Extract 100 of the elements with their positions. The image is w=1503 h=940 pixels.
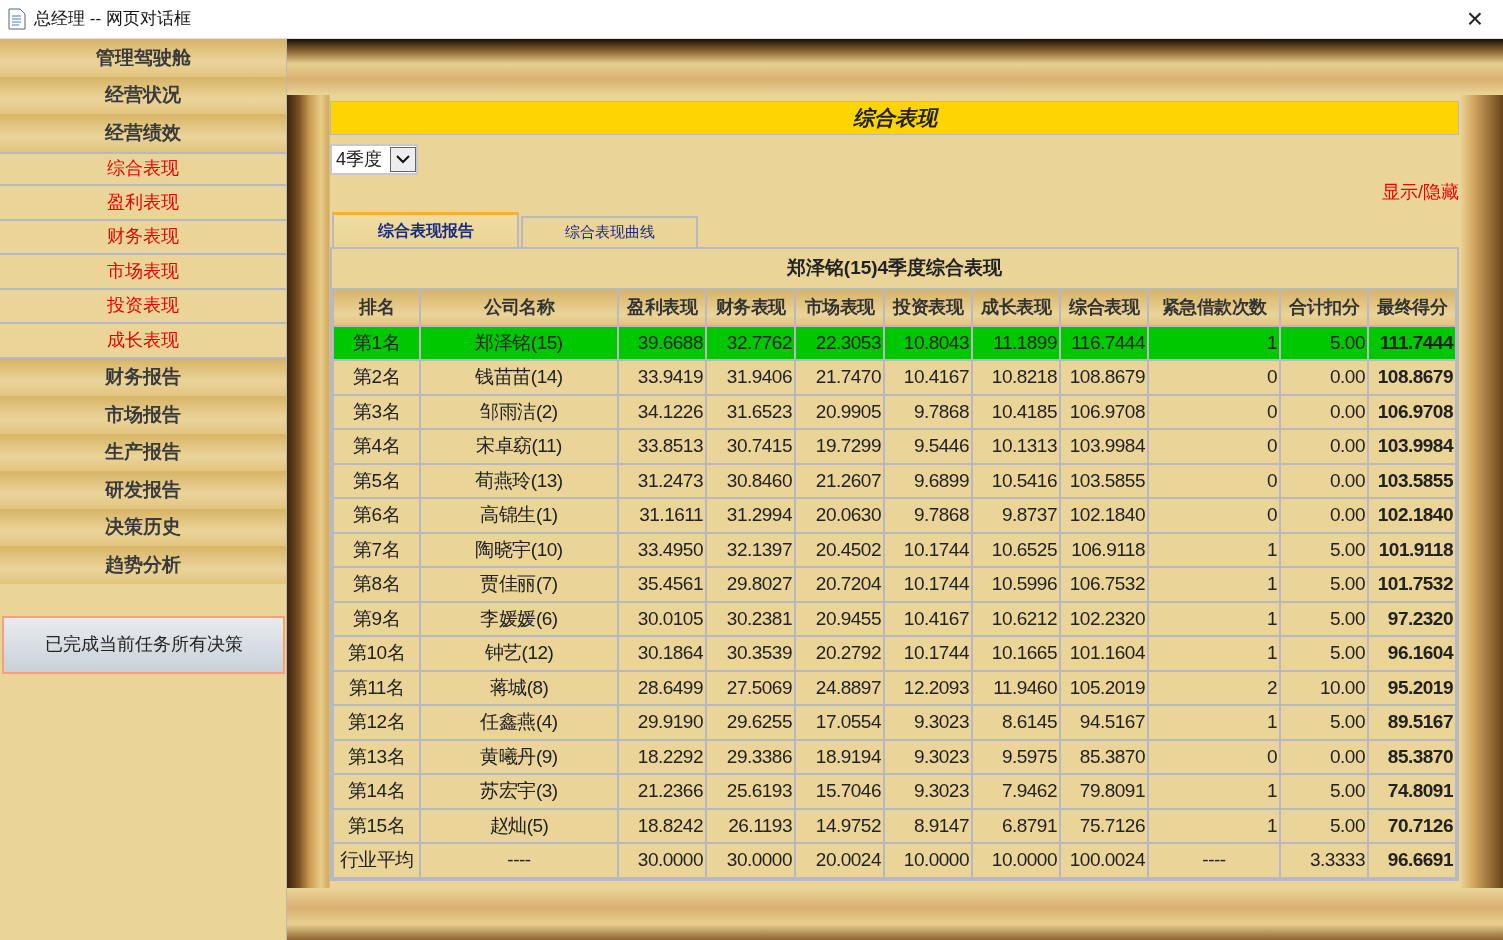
table-cell: 28.6499 (618, 670, 706, 705)
table-cell: 10.5416 (972, 463, 1060, 498)
table-cell: 30.7415 (706, 429, 795, 464)
table-cell: 0 (1148, 429, 1280, 464)
table-cell: 27.5069 (706, 670, 795, 705)
table-cell: 79.8091 (1060, 774, 1148, 809)
table-cell: 第10名 (333, 636, 420, 671)
table-cell: 35.4561 (618, 567, 706, 602)
sidebar-header[interactable]: 决策历史 (0, 508, 286, 546)
table-cell: 苏宏宇(3) (420, 774, 618, 809)
sidebar-header[interactable]: 生产报告 (0, 433, 286, 471)
complete-decisions-button[interactable]: 已完成当前任务所有决策 (2, 615, 285, 674)
table-cell: 18.8242 (618, 808, 706, 843)
table-cell: 0.00 (1280, 739, 1368, 774)
table-cell: 9.3023 (884, 705, 972, 740)
table-cell: 10.4185 (972, 394, 1060, 429)
table-cell: 高锦生(1) (420, 498, 618, 533)
table-cell: 11.1899 (972, 325, 1060, 360)
table-cell: 0.00 (1280, 429, 1368, 464)
column-header: 市场表现 (795, 288, 884, 326)
table-cell: 39.6688 (618, 325, 706, 360)
table-cell: 29.3386 (706, 739, 795, 774)
table-cell: 0 (1148, 498, 1280, 533)
table-cell: 11.9460 (972, 670, 1060, 705)
table-cell: 103.5855 (1060, 463, 1148, 498)
table-cell: 111.7444 (1368, 325, 1456, 360)
table-cell: 行业平均 (333, 843, 420, 878)
table-cell: 5.00 (1280, 601, 1368, 636)
table-cell: 第2名 (333, 360, 420, 395)
table-cell: 10.8218 (972, 360, 1060, 395)
table-cell: 3.3333 (1280, 843, 1368, 878)
table-cell: 20.2792 (795, 636, 884, 671)
table-cell: 20.7204 (795, 567, 884, 602)
table-cell: 第7名 (333, 532, 420, 567)
close-button[interactable]: × (1454, 5, 1495, 33)
table-cell: 106.9708 (1060, 394, 1148, 429)
table-cell: 31.2994 (706, 498, 795, 533)
table-cell: 21.7470 (795, 360, 884, 395)
table-cell: 1 (1148, 705, 1280, 740)
sidebar-header[interactable]: 经营状况 (0, 76, 286, 114)
column-header: 公司名称 (420, 288, 618, 326)
quarter-select[interactable]: 4季度 (330, 143, 418, 175)
table-cell: 蒋城(8) (420, 670, 618, 705)
table-cell: 33.8513 (618, 429, 706, 464)
table-cell: 101.9118 (1368, 532, 1456, 567)
table-cell: 5.00 (1280, 532, 1368, 567)
column-header: 盈利表现 (618, 288, 706, 326)
table-cell: 89.5167 (1368, 705, 1456, 740)
table-cell: 29.9190 (618, 705, 706, 740)
table-cell: 6.8791 (972, 808, 1060, 843)
table-cell: 第3名 (333, 394, 420, 429)
table-cell: 106.9118 (1060, 532, 1148, 567)
table-cell: 0 (1148, 739, 1280, 774)
table-cell: 黄曦丹(9) (420, 739, 618, 774)
table-cell: 1 (1148, 601, 1280, 636)
table-cell: 郑泽铭(15) (420, 325, 618, 360)
table-cell: 宋卓窈(11) (420, 429, 618, 464)
table-cell: 102.1840 (1368, 498, 1456, 533)
sidebar-header[interactable]: 市场报告 (0, 396, 286, 434)
table-cell: 0 (1148, 463, 1280, 498)
sidebar-header[interactable]: 财务报告 (0, 358, 286, 396)
table-cell: 97.2320 (1368, 601, 1456, 636)
table-cell: 5.00 (1280, 636, 1368, 671)
table-cell: 30.0000 (706, 843, 795, 878)
table-cell: 第4名 (333, 429, 420, 464)
table-cell: 钟艺(12) (420, 636, 618, 671)
table-cell: 30.3539 (706, 636, 795, 671)
table-cell: 钱苗苗(14) (420, 360, 618, 395)
sidebar-header[interactable]: 研发报告 (0, 471, 286, 509)
table-cell: 85.3870 (1060, 739, 1148, 774)
tab[interactable]: 综合表现曲线 (521, 215, 698, 247)
table-cell: 任鑫燕(4) (420, 705, 618, 740)
window-title: 总经理 -- 网页对话框 (34, 8, 191, 31)
table-cell: 9.5975 (972, 739, 1060, 774)
table-cell: 5.00 (1280, 705, 1368, 740)
table-cell: 33.4950 (618, 532, 706, 567)
table-cell: 1 (1148, 532, 1280, 567)
table-cell: 1 (1148, 325, 1280, 360)
table-cell: 96.6691 (1368, 843, 1456, 878)
sidebar-header[interactable]: 管理驾驶舱 (0, 39, 286, 77)
table-cell: 94.5167 (1060, 705, 1148, 740)
table-cell: 33.9419 (618, 360, 706, 395)
caret-icon (396, 154, 410, 164)
table-cell: 32.7762 (706, 325, 795, 360)
table-cell: 7.9462 (972, 774, 1060, 809)
column-header: 排名 (333, 288, 420, 326)
sidebar-header[interactable]: 经营绩效 (0, 114, 286, 152)
tab[interactable]: 综合表现报告 (332, 211, 519, 247)
section-title: 综合表现 (330, 101, 1459, 135)
table-cell: 10.1313 (972, 429, 1060, 464)
table-cell: 103.9984 (1060, 429, 1148, 464)
sidebar-header[interactable]: 趋势分析 (0, 546, 286, 584)
table-cell: 30.0105 (618, 601, 706, 636)
table-cell: 19.7299 (795, 429, 884, 464)
table-cell: 108.8679 (1060, 360, 1148, 395)
table-cell: 116.7444 (1060, 325, 1148, 360)
table-cell: 10.8043 (884, 325, 972, 360)
table-cell: 9.3023 (884, 774, 972, 809)
column-header: 最终得分 (1368, 288, 1456, 326)
table-cell: 96.1604 (1368, 636, 1456, 671)
